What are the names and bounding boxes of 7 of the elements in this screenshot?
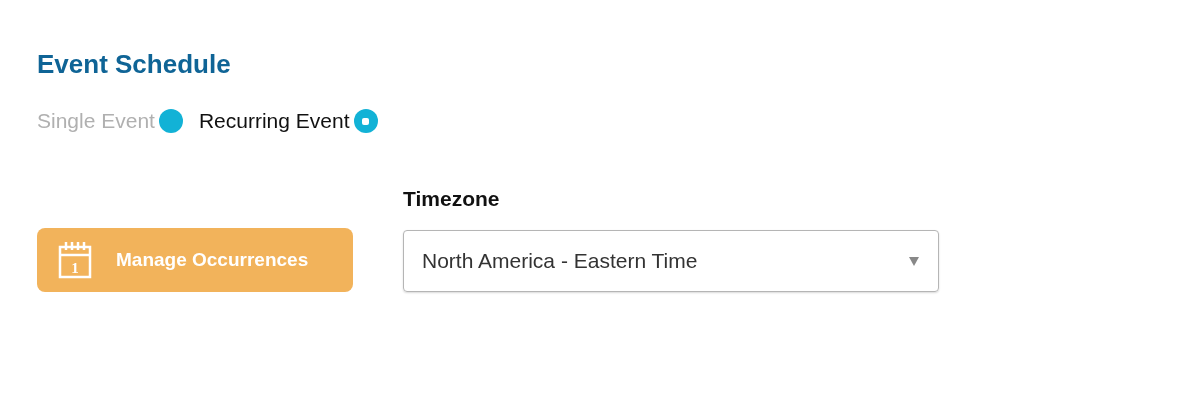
radio-option[interactable]: Recurring Event	[198, 109, 378, 133]
timezone-select[interactable]: North America - Eastern Time	[403, 230, 939, 292]
dropdown-caret-icon	[909, 256, 919, 266]
timezone-label: Timezone	[403, 187, 501, 211]
radio-dot-icon	[353, 109, 378, 133]
radio-dot-icon	[158, 109, 183, 133]
section-title: Event Schedule	[37, 48, 232, 81]
